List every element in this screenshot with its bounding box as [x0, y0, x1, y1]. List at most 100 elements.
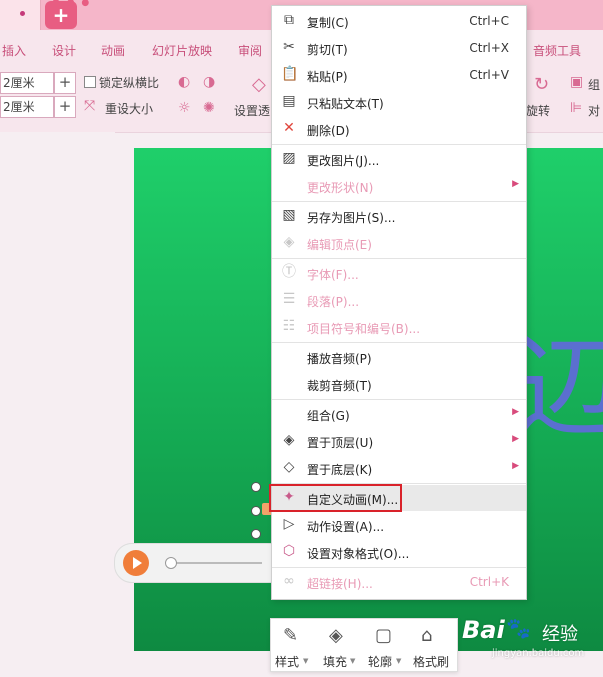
- menu-item-label: 组合(G): [307, 409, 350, 423]
- menu-item-format-object[interactable]: ⬡ 设置对象格式(O)...: [272, 539, 526, 565]
- menu-separator: [272, 258, 526, 259]
- width-increase-button[interactable]: +: [54, 72, 76, 94]
- rotate-button[interactable]: 旋转: [526, 102, 550, 119]
- width-field[interactable]: 2厘米: [0, 72, 54, 94]
- tab-audio-tools[interactable]: 音频工具: [533, 42, 581, 59]
- progress-thumb[interactable]: [165, 557, 177, 569]
- menu-item-cut[interactable]: ✂ 剪切(T) Ctrl+X: [272, 35, 526, 61]
- menu-item-label: 另存为图片(S)...: [307, 211, 396, 225]
- menu-separator: [272, 567, 526, 568]
- rotate-icon[interactable]: ↻: [534, 74, 549, 95]
- progress-track[interactable]: [167, 562, 262, 564]
- mini-toolbar: ✎ 样式 ▼ ◈ 填充 ▼ ▢ 轮廓 ▼ ⌂ 格式刷: [270, 618, 458, 672]
- shape-effect3-icon[interactable]: ☼: [178, 100, 191, 116]
- submenu-arrow-icon: ▶: [512, 434, 519, 444]
- slide-thumbnail-pane[interactable]: [0, 132, 115, 677]
- resize-button[interactable]: 重设大小: [105, 100, 153, 117]
- resize-handle[interactable]: [251, 482, 261, 492]
- lock-ratio-label: 锁定纵横比: [99, 76, 160, 90]
- menu-item-copy[interactable]: ⧉ 复制(C) Ctrl+C: [272, 8, 526, 34]
- style-brush-icon: ✎: [283, 625, 299, 646]
- menu-item-save-picture[interactable]: ▧ 另存为图片(S)...: [272, 203, 526, 229]
- tab-review[interactable]: 审阅: [238, 42, 262, 59]
- action-settings-icon: ▷: [283, 516, 295, 532]
- menu-separator: [272, 342, 526, 343]
- align-icon[interactable]: ⊫: [570, 100, 582, 116]
- menu-item-bring-front[interactable]: ◈ 置于顶层(U) ▶: [272, 428, 526, 454]
- menu-item-paste-text[interactable]: ▤ 只粘贴文本(T): [272, 89, 526, 115]
- font-icon: Ⓣ: [282, 264, 296, 280]
- menu-item-send-back[interactable]: ◇ 置于底层(K) ▶: [272, 455, 526, 481]
- menu-item-label: 段落(P)...: [307, 295, 360, 309]
- slide-text[interactable]: 辺: [514, 333, 603, 443]
- shape-effect4-icon[interactable]: ✺: [203, 100, 215, 116]
- delete-icon: ✕: [283, 120, 295, 136]
- play-icon[interactable]: [123, 550, 149, 576]
- menu-item-label: 粘贴(P): [307, 70, 348, 84]
- paw-icon: 🐾: [506, 616, 531, 640]
- resize-handle[interactable]: [251, 529, 261, 539]
- style-button[interactable]: ✎ 样式 ▼: [271, 619, 315, 671]
- menu-item-group[interactable]: 组合(G) ▶: [272, 401, 526, 427]
- group-icon[interactable]: ▣: [570, 74, 583, 90]
- menu-item-trim-audio[interactable]: 裁剪音频(T): [272, 371, 526, 397]
- mini-label: 轮廓: [368, 655, 393, 669]
- document-tab[interactable]: [0, 0, 41, 30]
- highlight-box: [269, 484, 402, 512]
- menu-item-change-shape: 更改形状(N) ▶: [272, 173, 526, 199]
- menu-item-change-picture[interactable]: ▨ 更改图片(J)...: [272, 146, 526, 172]
- menu-shortcut: Ctrl+V: [469, 68, 509, 82]
- menu-shortcut: Ctrl+C: [469, 14, 509, 28]
- format-painter-button[interactable]: ⌂ 格式刷: [409, 619, 453, 671]
- paw-icon: ● ● ●: [52, 0, 92, 8]
- height-field[interactable]: 2厘米: [0, 96, 54, 118]
- menu-separator: [272, 399, 526, 400]
- format-painter-icon: ⌂: [421, 625, 433, 646]
- tab-slideshow[interactable]: 幻灯片放映: [152, 42, 212, 59]
- tab-animation[interactable]: 动画: [101, 42, 125, 59]
- chevron-down-icon: ▼: [303, 657, 309, 665]
- group-button[interactable]: 组: [588, 76, 600, 93]
- menu-item-label: 编辑顶点(E): [307, 238, 372, 252]
- menu-item-label: 删除(D): [307, 124, 350, 138]
- baidu-watermark: Bai 🐾 经验 jingyan.baidu.com: [462, 610, 603, 668]
- mini-label: 填充: [323, 655, 348, 669]
- menu-item-play-audio[interactable]: 播放音频(P): [272, 344, 526, 370]
- menu-item-label: 超链接(H)...: [307, 577, 373, 591]
- change-picture-icon: ▨: [282, 150, 296, 166]
- transparency-button[interactable]: 设置透: [234, 102, 270, 119]
- menu-item-label: 剪切(T): [307, 43, 348, 57]
- format-object-icon: ⬡: [282, 543, 296, 559]
- menu-item-edit-points: ◈ 编辑顶点(E): [272, 230, 526, 256]
- menu-item-label: 置于底层(K): [307, 463, 373, 477]
- menu-separator: [272, 144, 526, 145]
- tab-design[interactable]: 设计: [52, 42, 76, 59]
- tab-insert[interactable]: 插入: [2, 42, 26, 59]
- menu-item-label: 更改图片(J)...: [307, 154, 380, 168]
- menu-item-label: 裁剪音频(T): [307, 379, 372, 393]
- fill-bucket-icon: ◈: [329, 625, 343, 646]
- menu-item-paste[interactable]: 📋 粘贴(P) Ctrl+V: [272, 62, 526, 88]
- shape-effect2-icon[interactable]: ◑: [203, 74, 215, 90]
- menu-item-action-settings[interactable]: ▷ 动作设置(A)...: [272, 512, 526, 538]
- outline-icon: ▢: [375, 625, 393, 646]
- outline-button[interactable]: ▢ 轮廓 ▼: [363, 619, 407, 671]
- menu-item-hyperlink: ∞ 超链接(H)... Ctrl+K: [272, 569, 526, 595]
- menu-item-paragraph: ☰ 段落(P)...: [272, 287, 526, 313]
- paste-text-icon: ▤: [282, 93, 296, 109]
- shape-effect-icon[interactable]: ◐: [178, 74, 190, 90]
- menu-item-delete[interactable]: ✕ 删除(D): [272, 116, 526, 142]
- menu-item-label: 更改形状(N): [307, 181, 374, 195]
- paste-icon: 📋: [281, 66, 299, 82]
- menu-item-label: 设置对象格式(O)...: [307, 547, 410, 561]
- align-button[interactable]: 对: [588, 102, 600, 119]
- submenu-arrow-icon: ▶: [512, 179, 519, 189]
- menu-item-label: 只粘贴文本(T): [307, 97, 384, 111]
- height-increase-button[interactable]: +: [54, 96, 76, 118]
- lock-ratio-checkbox[interactable]: [84, 76, 96, 88]
- fill-button[interactable]: ◈ 填充 ▼: [317, 619, 361, 671]
- resize-handle[interactable]: [251, 506, 261, 516]
- submenu-arrow-icon: ▶: [512, 461, 519, 471]
- unsaved-dot-icon: [20, 11, 25, 16]
- transparency-icon[interactable]: ◇: [252, 74, 266, 95]
